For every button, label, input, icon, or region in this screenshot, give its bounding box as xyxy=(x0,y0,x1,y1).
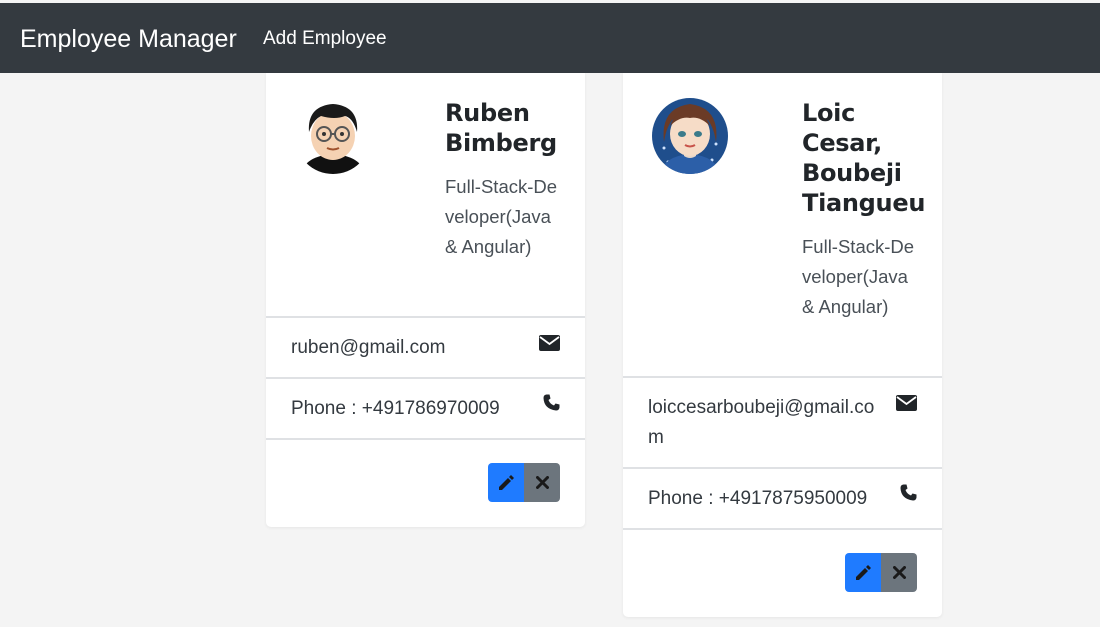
employee-phone: Phone : +4917875950009 xyxy=(648,488,868,509)
employee-job-title: Full-Stack-Developer(Java & Angular) xyxy=(445,176,558,257)
phone-icon xyxy=(900,484,917,501)
delete-button[interactable] xyxy=(881,553,917,592)
close-icon xyxy=(535,476,549,489)
delete-button[interactable] xyxy=(524,463,560,502)
card-footer xyxy=(623,528,942,617)
pencil-icon xyxy=(856,564,871,580)
email-row: ruben@gmail.com xyxy=(266,316,585,377)
action-button-group xyxy=(845,553,917,592)
employee-job-title: Full-Stack-Developer(Java & Angular) xyxy=(802,236,915,317)
pencil-icon xyxy=(499,474,514,490)
phone-icon xyxy=(543,394,560,411)
edit-button[interactable] xyxy=(845,553,881,592)
employee-card-header: Ruben Bimberg Full-Stack-Developer(Java … xyxy=(266,73,585,316)
envelope-icon xyxy=(896,395,917,411)
employee-name: Ruben Bimberg xyxy=(445,99,557,157)
avatar-icon xyxy=(295,98,371,174)
close-icon xyxy=(892,566,906,579)
navbar-brand[interactable]: Employee Manager xyxy=(20,24,237,54)
edit-button[interactable] xyxy=(488,463,524,502)
action-button-group xyxy=(488,463,560,502)
employee-card: Ruben Bimberg Full-Stack-Developer(Java … xyxy=(266,73,585,527)
card-footer xyxy=(266,438,585,527)
employee-email: ruben@gmail.com xyxy=(291,337,446,358)
avatar-icon xyxy=(652,98,728,174)
employee-phone: Phone : +491786970009 xyxy=(291,398,500,419)
employee-name: Loic Cesar, Boubeji Tiangueu xyxy=(802,99,926,217)
employee-card: Loic Cesar, Boubeji Tiangueu Full-Stack-… xyxy=(623,73,942,617)
navbar: Employee Manager Add Employee xyxy=(0,3,1100,73)
phone-row: Phone : +491786970009 xyxy=(266,377,585,438)
email-row: loiccesarboubeji@gmail.com xyxy=(623,376,942,467)
envelope-icon xyxy=(539,335,560,351)
employee-email: loiccesarboubeji@gmail.com xyxy=(648,397,875,448)
add-employee-link[interactable]: Add Employee xyxy=(263,27,387,51)
phone-row: Phone : +4917875950009 xyxy=(623,467,942,528)
employee-card-header: Loic Cesar, Boubeji Tiangueu Full-Stack-… xyxy=(623,73,942,376)
